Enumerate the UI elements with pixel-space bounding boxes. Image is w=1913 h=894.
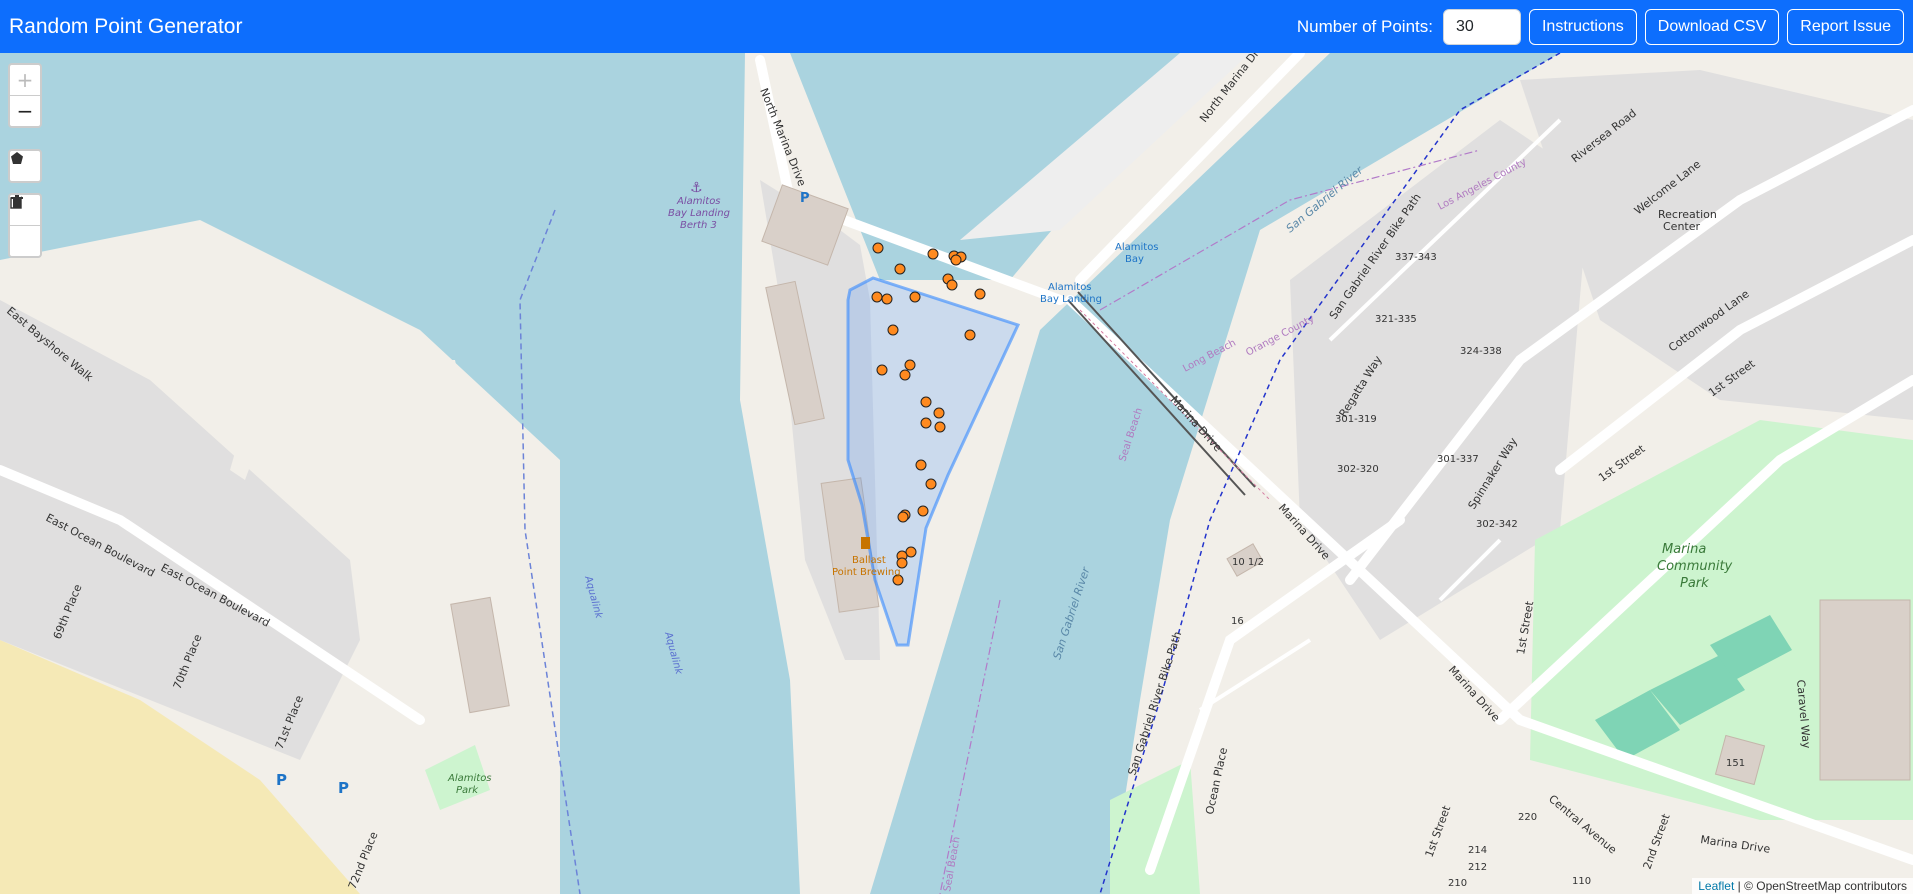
address-label: 214	[1468, 845, 1487, 856]
address-label: 220	[1518, 812, 1537, 823]
download-csv-button[interactable]: Download CSV	[1644, 8, 1780, 45]
park-label: Community	[1657, 559, 1733, 574]
app-title: Random Point Generator	[9, 14, 243, 38]
random-point-marker[interactable]	[887, 324, 899, 336]
random-point-marker[interactable]	[881, 293, 893, 305]
address-label: 302-320	[1337, 464, 1379, 475]
random-point-marker[interactable]	[909, 291, 921, 303]
poi-label: Alamitos	[1048, 282, 1092, 293]
poi-label: Ballast	[852, 555, 886, 566]
address-label: 212	[1468, 862, 1487, 873]
random-point-marker[interactable]	[925, 478, 937, 490]
address-label: 324-338	[1460, 346, 1502, 357]
brewery-icon	[861, 537, 870, 549]
random-point-marker[interactable]	[872, 242, 884, 254]
address-label: 210	[1448, 878, 1467, 889]
zoom-out-button[interactable]: −	[10, 95, 40, 126]
random-point-marker[interactable]	[934, 421, 946, 433]
trash-icon	[11, 195, 23, 208]
random-point-marker[interactable]	[904, 359, 916, 371]
address-label: 337-343	[1395, 252, 1437, 263]
attribution-text: | © OpenStreetMap contributors	[1734, 879, 1907, 893]
address-label: 110	[1572, 876, 1591, 887]
address-label: 301-319	[1335, 414, 1377, 425]
nav-controls: Number of Points: Instructions Download …	[1296, 8, 1904, 45]
random-point-marker[interactable]	[964, 329, 976, 341]
points-label: Number of Points:	[1296, 16, 1433, 36]
draw-polygon-button[interactable]	[10, 151, 40, 181]
attribution: Leaflet | © OpenStreetMap contributors	[1692, 878, 1913, 894]
random-point-marker[interactable]	[871, 291, 883, 303]
address-label: 321-335	[1375, 314, 1417, 325]
map[interactable]: North Marina Drive North Marina Drive Al…	[0, 53, 1913, 894]
park-label: Park	[1680, 576, 1709, 591]
poi-label: Bay Landing	[668, 208, 730, 219]
leaflet-link[interactable]: Leaflet	[1698, 879, 1734, 893]
zoom-in-button[interactable]: +	[10, 65, 40, 95]
edit-toolbar	[8, 193, 42, 258]
address-label: 10 1/2	[1232, 557, 1264, 568]
random-point-marker[interactable]	[876, 364, 888, 376]
park-label: Marina	[1662, 542, 1706, 557]
poi-label: Alamitos	[676, 196, 721, 207]
random-point-marker[interactable]	[946, 279, 958, 291]
poi-label: Bay	[1125, 254, 1144, 265]
random-point-marker[interactable]	[974, 288, 986, 300]
navbar: Random Point Generator Number of Points:…	[0, 0, 1913, 53]
anchor-icon: ⚓	[690, 180, 703, 196]
random-point-marker[interactable]	[905, 546, 917, 558]
random-point-marker[interactable]	[894, 263, 906, 275]
parking-icon: P	[276, 771, 287, 789]
address-label: 151	[1726, 758, 1745, 769]
poi-label: Point Brewing	[832, 567, 901, 578]
draw-toolbar	[8, 149, 42, 183]
parking-icon: P	[800, 191, 810, 206]
random-point-marker[interactable]	[920, 396, 932, 408]
random-point-marker[interactable]	[950, 254, 962, 266]
poi-label: Center	[1663, 220, 1701, 233]
poi-label: Bay Landing	[1040, 294, 1102, 305]
random-point-marker[interactable]	[899, 369, 911, 381]
random-point-marker[interactable]	[897, 511, 909, 523]
pentagon-icon	[11, 152, 23, 164]
instructions-button[interactable]: Instructions	[1528, 8, 1637, 45]
zoom-control: + −	[8, 63, 42, 128]
random-point-marker[interactable]	[920, 417, 932, 429]
poi-label: Alamitos	[1115, 242, 1159, 253]
points-input[interactable]	[1442, 8, 1521, 45]
address-label: 302-342	[1476, 519, 1518, 530]
map-tiles: North Marina Drive North Marina Drive Al…	[0, 53, 1913, 894]
report-issue-button[interactable]: Report Issue	[1787, 8, 1904, 45]
random-point-marker[interactable]	[927, 248, 939, 260]
poi-label: Berth 3	[680, 220, 717, 231]
address-label: 301-337	[1437, 454, 1479, 465]
park-label: Alamitos	[447, 773, 492, 784]
random-point-marker[interactable]	[917, 505, 929, 517]
address-label: 16	[1231, 616, 1244, 627]
delete-layers-button[interactable]	[10, 195, 40, 256]
random-point-marker[interactable]	[915, 459, 927, 471]
parking-icon: P	[338, 779, 349, 797]
random-point-marker[interactable]	[933, 407, 945, 419]
park-label: Park	[456, 785, 479, 796]
